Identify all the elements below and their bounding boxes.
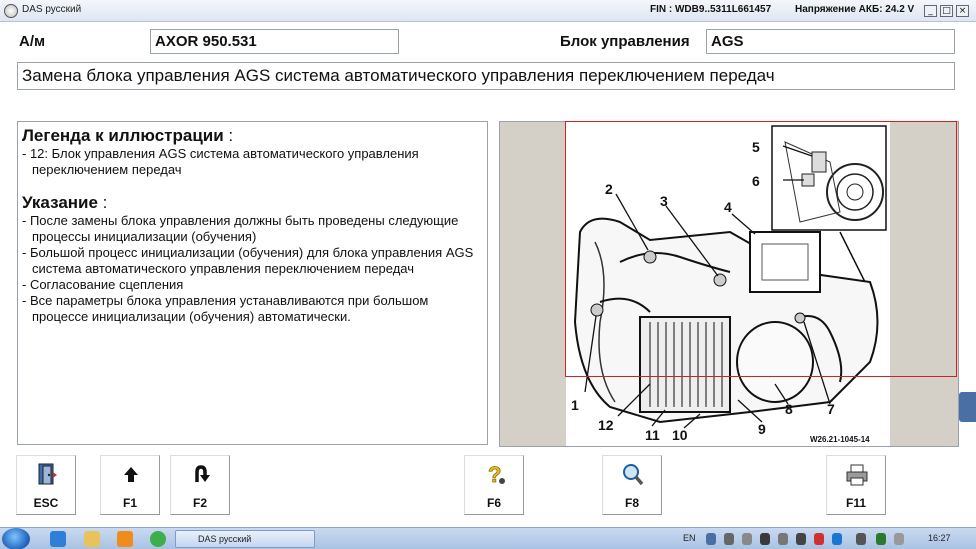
legend-heading: Легенда к иллюстрации [22, 126, 224, 145]
esc-button[interactable]: ESC [16, 455, 76, 515]
window-title: DAS русский [22, 4, 82, 15]
arrow-up-icon [119, 462, 143, 488]
tray-icon[interactable] [894, 533, 904, 545]
magnifier-icon [621, 462, 645, 488]
maximize-button[interactable]: □ [940, 5, 953, 17]
procedure-title: Замена блока управления AGS система авто… [17, 62, 955, 90]
tray-icon[interactable] [778, 533, 788, 545]
f6-label: F6 [486, 496, 501, 510]
tray-icon[interactable] [724, 533, 734, 545]
f11-button[interactable]: F11 [826, 455, 886, 515]
speaker-icon[interactable] [856, 533, 866, 545]
das-window: DAS русский FIN : WDB9..5311L661457 Напр… [0, 0, 976, 549]
callout-12: 12 [598, 417, 614, 433]
fin-readout: FIN : WDB9..5311L661457 [650, 4, 772, 15]
note-item: - Согласование сцепления [22, 277, 184, 292]
info-panel: Легенда к иллюстрации : - 12: Блок управ… [17, 121, 488, 445]
tray-icon[interactable] [832, 533, 842, 545]
media-player-icon[interactable] [117, 531, 133, 547]
callout-9: 9 [758, 421, 766, 437]
figure-reference: W26.21-1045-14 [810, 435, 870, 444]
close-button[interactable]: × [956, 5, 969, 17]
f1-label: F1 [122, 496, 137, 510]
legend-item: - 12: Блок управления AGS система автома… [22, 146, 419, 177]
callout-5: 5 [752, 139, 760, 155]
note-item: - После замены блока управления должны б… [22, 213, 459, 244]
chrome-icon[interactable] [150, 531, 166, 547]
tray-icon[interactable] [814, 533, 824, 545]
callout-7: 7 [827, 401, 835, 417]
note-item: - Большой процесс инициализации (обучени… [22, 245, 474, 276]
bluetooth-icon[interactable] [706, 533, 716, 545]
callout-2: 2 [605, 181, 613, 197]
taskbar: DAS русский EN 16:27 [0, 527, 976, 549]
callout-10: 10 [672, 427, 688, 443]
vehicle-label: А/м [19, 33, 46, 50]
f6-button[interactable]: ? F6 [464, 455, 524, 515]
u-turn-icon [189, 462, 213, 488]
mercedes-logo-icon [4, 4, 18, 18]
clock[interactable]: 16:27 [928, 533, 951, 543]
exit-door-icon [35, 462, 59, 488]
f2-label: F2 [192, 496, 207, 510]
start-button[interactable] [2, 528, 30, 549]
tray-icon[interactable] [760, 533, 770, 545]
callout-11: 11 [645, 427, 660, 443]
note-item: - Все параметры блока управления устанав… [22, 293, 429, 324]
callout-6: 6 [752, 173, 760, 189]
f8-label: F8 [624, 496, 639, 510]
f8-button[interactable]: F8 [602, 455, 662, 515]
tray-icon[interactable] [796, 533, 806, 545]
folder-icon[interactable] [84, 531, 100, 547]
callout-1: 1 [571, 397, 579, 413]
esc-label: ESC [33, 496, 59, 510]
taskbar-item-label: DAS русский [198, 534, 252, 544]
control-unit-label: Блок управления [560, 33, 690, 50]
side-panel-tab[interactable] [959, 392, 976, 422]
f2-button[interactable]: F2 [170, 455, 230, 515]
printer-icon [845, 462, 869, 488]
transmission-illustration: 1 2 3 4 5 6 7 8 9 10 11 12 W26.21-1045-1… [566, 122, 890, 446]
language-indicator[interactable]: EN [683, 533, 696, 543]
callout-3: 3 [660, 193, 668, 209]
network-icon[interactable] [742, 533, 752, 545]
f1-button[interactable]: F1 [100, 455, 160, 515]
ie-icon[interactable] [50, 531, 66, 547]
notes-heading: Указание [22, 193, 98, 212]
control-unit-field: AGS [706, 29, 955, 54]
help-question-icon: ? [483, 462, 507, 488]
minimize-button[interactable]: _ [924, 5, 937, 17]
battery-voltage: Напряжение АКБ: 24.2 V [795, 4, 915, 15]
callout-8: 8 [785, 401, 793, 417]
title-bar: DAS русский FIN : WDB9..5311L661457 Напр… [0, 0, 976, 22]
callout-4: 4 [724, 199, 732, 215]
power-icon[interactable] [876, 533, 886, 545]
illustration-panel: 1 2 3 4 5 6 7 8 9 10 11 12 W26.21-1045-1… [499, 121, 959, 447]
taskbar-item-das[interactable]: DAS русский [175, 530, 315, 548]
f11-label: F11 [845, 496, 866, 510]
vehicle-field: AXOR 950.531 [150, 29, 399, 54]
svg-text:?: ? [488, 462, 501, 487]
